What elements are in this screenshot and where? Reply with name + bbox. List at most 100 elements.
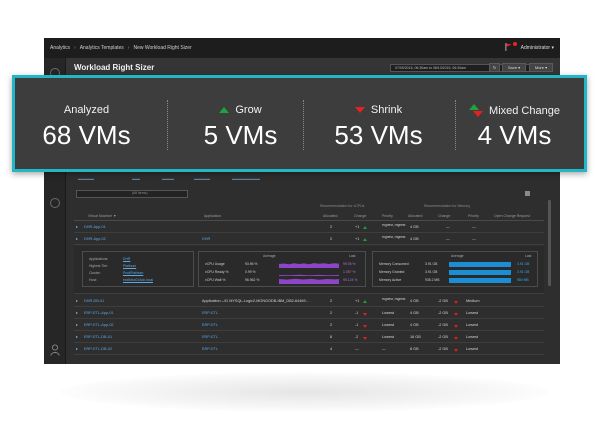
info-label: Applications: — [89, 257, 109, 261]
mem-priority: Medium — [466, 299, 480, 303]
vm-name[interactable]: DHR-App-01 — [84, 225, 106, 229]
save-button[interactable]: Save ▾ — [502, 63, 526, 72]
breadcrumb-templates[interactable]: Analytics Templates — [80, 45, 124, 51]
refresh-icon: ↻ — [492, 65, 497, 70]
arrow-up-icon — [219, 107, 230, 113]
vcpu-change: +1 — [355, 225, 360, 229]
mem-metric-label: Memory Active — [379, 278, 402, 282]
vcpu-priority: — — [382, 347, 386, 351]
vm-name[interactable]: ERP-ETL-DB-01 — [84, 335, 112, 339]
arrow-down-icon — [354, 107, 365, 113]
col-mem-priority[interactable]: Priority — [468, 214, 479, 218]
table-row[interactable]: ERP-ETL-DB-01 ERP-ETL 8 -2 Lowest 16 GB … — [74, 332, 544, 343]
vm-table: Recommendation for vCPUs Recommendation … — [74, 196, 544, 362]
expand-row-icon[interactable] — [76, 300, 78, 302]
kpi-mixed-label: Mixed Change — [489, 105, 560, 117]
application[interactable]: ERP-ETL — [202, 347, 218, 351]
mem-last-header: Last — [525, 254, 532, 258]
cpu-metric-avg: 0.99 % — [245, 270, 256, 274]
application[interactable]: ERP-ETL — [202, 311, 218, 315]
decrease-arrow-icon — [363, 336, 367, 340]
mem-change: -2 GB — [438, 299, 448, 303]
table-row[interactable]: DHR-App-01 2 +1 Highest, Highest 4 GB — … — [74, 222, 544, 233]
col-open-change-request[interactable]: Open Change Request — [494, 214, 530, 218]
application[interactable]: ERP-ETL — [202, 335, 218, 339]
decrease-arrow-icon — [363, 324, 367, 328]
mem-priority: Lowest — [466, 323, 479, 327]
mem-allocated: 4 GB — [410, 225, 419, 229]
vm-name[interactable]: DHR-DB-01 — [84, 299, 104, 303]
screenshot-stage: Analytics › Analytics Templates › New Wo… — [0, 0, 602, 444]
col-vcpu-priority[interactable]: Priority — [382, 214, 393, 218]
vcpu-priority: Highest, Highest — [382, 235, 406, 239]
expand-row-icon[interactable] — [76, 348, 78, 350]
item-count: (68 items) — [132, 191, 148, 195]
vm-name[interactable]: ERP-ETL-App-01 — [84, 311, 114, 315]
mem-metric-avg: 935.2 MB — [425, 278, 440, 282]
header-divider — [74, 220, 544, 221]
vcpu-priority: Lowest — [382, 311, 395, 315]
table-row[interactable]: DHR-App-02 DHR 2 +1 Highest, Highest 4 G… — [74, 234, 544, 245]
kpi-shrink-label: Shrink — [370, 104, 403, 116]
col-vcpu-allocated[interactable]: Allocated — [323, 214, 337, 218]
vcpu-priority: Highest, Highest — [382, 297, 406, 301]
vm-name[interactable]: DHR-App-02 — [84, 237, 106, 241]
tab-3[interactable]: ▬▬▬ — [162, 176, 174, 181]
table-row[interactable]: DHR-DB-01 Application→ID MYSQL-Logic2-MO… — [74, 296, 544, 307]
vm-name[interactable]: ERP-ETL-DB-02 — [84, 347, 112, 351]
group-header-vcpu: Recommendation for vCPUs — [320, 204, 365, 208]
refresh-button[interactable]: ↻ — [489, 63, 500, 72]
settings-icon[interactable] — [50, 198, 60, 208]
table-row[interactable]: ERP-ETL-DB-02 ERP-ETL 4 — — 8 GB -2 GB L… — [74, 344, 544, 355]
vm-info-box: Applications: DHR Highest Tier: Platinum… — [82, 251, 194, 287]
info-host[interactable]: esx6dsx01Adc.local — [123, 278, 153, 282]
col-application[interactable]: Application — [204, 214, 221, 218]
breadcrumb-analytics[interactable]: Analytics — [50, 45, 70, 51]
mem-active-bar — [449, 278, 511, 283]
table-row[interactable]: ERP-ETL-App-02 ERP-ETL 2 -1 Lowest 4 GB … — [74, 320, 544, 331]
vcpu-allocated: 4 — [330, 347, 333, 351]
memory-metrics-box: Average Last Memory Consumed 3.91 GB 3.9… — [372, 251, 538, 287]
kpi-divider — [303, 100, 304, 150]
expand-row-icon[interactable] — [76, 238, 78, 240]
info-tier[interactable]: Platinum — [123, 264, 136, 268]
expand-row-icon[interactable] — [76, 312, 78, 314]
vcpu-allocated: 8 — [330, 335, 333, 339]
col-virtual-machine[interactable]: Virtual Machine ▼ — [88, 214, 117, 218]
tab-1[interactable]: ▬▬▬▬ — [78, 176, 94, 181]
mem-priority: Lowest — [466, 335, 479, 339]
vcpu-change: — — [355, 347, 359, 351]
info-applications[interactable]: DHR — [123, 257, 130, 261]
notification-badge — [513, 42, 517, 46]
tab-4[interactable]: ▬▬▬▬ — [194, 176, 210, 181]
info-cluster[interactable]: ProdPlatinum — [123, 271, 143, 275]
cpu-metric-label: vCPU Wait % — [205, 278, 226, 282]
expand-row-icon[interactable] — [76, 226, 78, 228]
expand-row-icon[interactable] — [76, 324, 78, 326]
notification-flag-icon[interactable] — [505, 43, 512, 51]
vm-name[interactable]: ERP-ETL-App-02 — [84, 323, 114, 327]
user-profile-icon[interactable] — [50, 344, 60, 356]
table-scrollbar[interactable] — [548, 200, 551, 286]
increase-arrow-icon — [363, 300, 367, 303]
col-mem-allocated[interactable]: Allocated — [408, 214, 422, 218]
mem-metric-avg: 3.91 GB — [425, 270, 438, 274]
decrease-arrow-icon — [454, 336, 458, 340]
expand-row-icon[interactable] — [76, 336, 78, 338]
cpu-wait-sparkline — [279, 278, 339, 284]
application[interactable]: ERP-ETL — [202, 323, 218, 327]
cpu-metric-label: vCPU Usage — [205, 262, 225, 266]
kpi-shrink: Shrink 53 VMs — [307, 78, 450, 169]
mem-metric-label: Memory Consumed — [379, 262, 409, 266]
more-button[interactable]: More ▾ — [529, 63, 553, 72]
cpu-metric-avg: 96.962 % — [245, 278, 260, 282]
mem-change: -2 GB — [438, 311, 448, 315]
table-row[interactable]: ERP-ETL-App-01 ERP-ETL 2 -1 Lowest 4 GB … — [74, 308, 544, 319]
col-mem-change[interactable]: Change — [438, 214, 450, 218]
application[interactable]: DHR — [202, 237, 312, 241]
application: Application→ID MYSQL-Logic2-MONGODB-IBM_… — [202, 299, 309, 303]
tab-5[interactable]: ▬▬▬▬▬▬▬ — [232, 176, 260, 181]
tab-2[interactable]: ▬▬ — [132, 176, 140, 181]
user-menu[interactable]: Administrator ▾ — [521, 45, 554, 51]
col-vcpu-change[interactable]: Change — [354, 214, 366, 218]
